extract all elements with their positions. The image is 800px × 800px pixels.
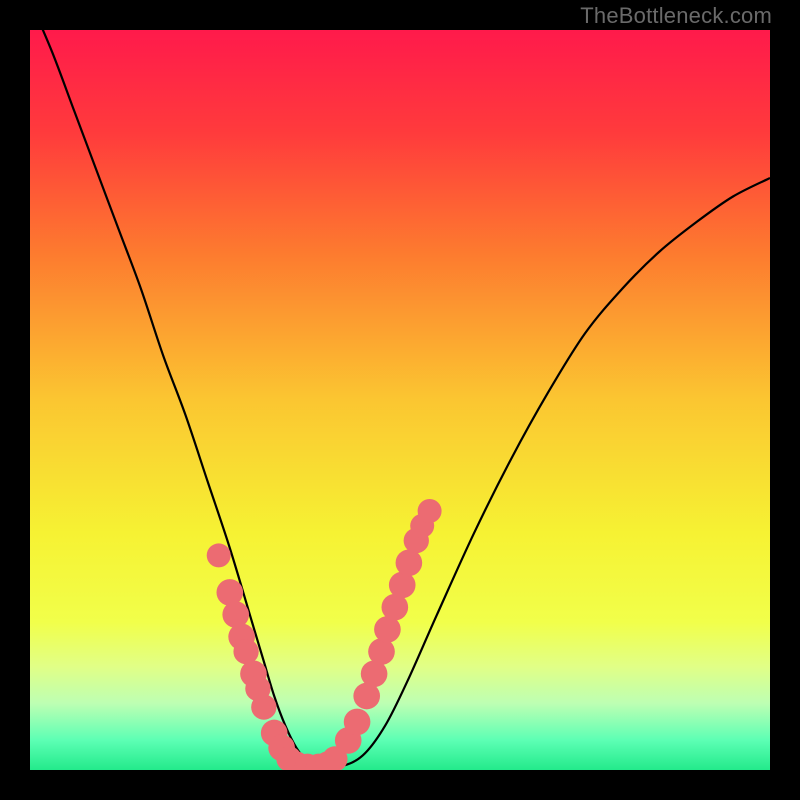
chart-svg [30, 30, 770, 770]
gradient-background [30, 30, 770, 770]
attribution-text: TheBottleneck.com [580, 3, 772, 29]
data-marker [396, 549, 423, 576]
chart-frame: TheBottleneck.com [0, 0, 800, 800]
data-marker [207, 543, 231, 567]
data-marker [251, 694, 276, 719]
plot-area [30, 30, 770, 770]
data-marker [418, 499, 442, 523]
data-marker [233, 639, 258, 664]
data-marker [344, 709, 371, 736]
